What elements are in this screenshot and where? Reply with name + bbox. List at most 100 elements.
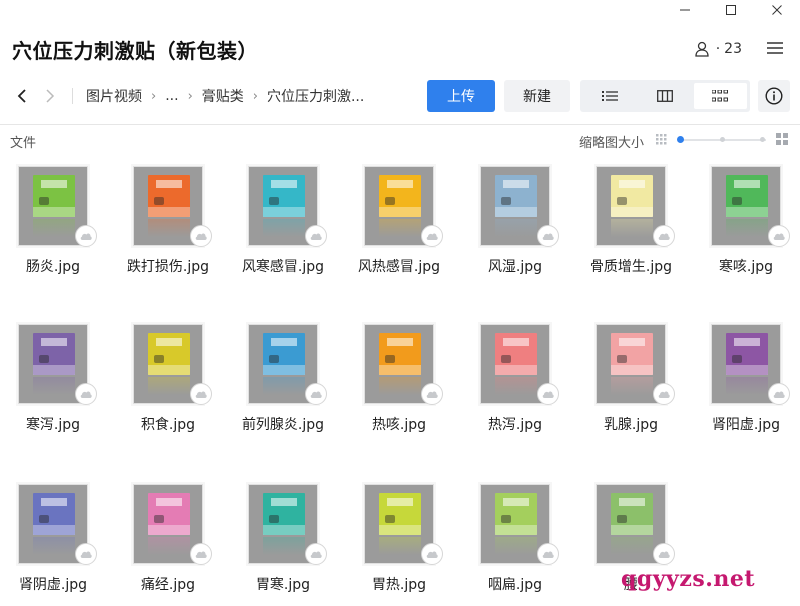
file-tile[interactable]: 风热感冒.jpg — [346, 166, 452, 296]
file-tile[interactable]: 胃寒.jpg — [230, 484, 336, 606]
menu-button[interactable] — [766, 40, 784, 59]
package-reflection — [611, 219, 653, 237]
package-detail — [734, 180, 760, 188]
breadcrumb-item[interactable]: 图片视频 — [86, 86, 142, 106]
package-detail — [156, 338, 182, 346]
file-thumbnail[interactable] — [364, 324, 443, 405]
list-view-icon — [601, 91, 618, 101]
breadcrumb-item[interactable]: ... — [165, 88, 178, 104]
slider-handle[interactable] — [677, 136, 684, 143]
column-view-button[interactable] — [638, 83, 691, 109]
file-tile[interactable]: 肾阳虚.jpg — [693, 324, 799, 454]
breadcrumb-current[interactable]: 穴位压力刺激... — [267, 86, 364, 106]
file-thumbnail[interactable] — [18, 484, 97, 565]
file-name: 跌打损伤.jpg — [126, 259, 210, 275]
large-grid-icon[interactable] — [776, 133, 788, 145]
file-tile[interactable]: 前列腺炎.jpg — [230, 324, 336, 454]
file-thumbnail[interactable] — [133, 324, 212, 405]
cloud-status-icon — [421, 383, 443, 405]
package-detail — [269, 515, 279, 523]
package-detail — [495, 525, 537, 535]
file-thumbnail[interactable] — [364, 484, 443, 565]
package-reflection — [495, 219, 537, 237]
close-icon — [772, 5, 782, 15]
file-thumbnail[interactable] — [18, 324, 97, 405]
members-count: 23 — [724, 41, 742, 57]
thumbnail-size-slider[interactable] — [677, 136, 766, 143]
package-reflection — [263, 537, 305, 555]
product-package-image — [148, 493, 190, 535]
file-thumbnail[interactable] — [248, 166, 327, 247]
new-button[interactable]: 新建 — [504, 80, 570, 112]
file-tile[interactable]: 咽扁.jpg — [462, 484, 568, 606]
file-tile[interactable]: 乳腺.jpg — [578, 324, 684, 454]
package-detail — [156, 498, 182, 506]
file-tile[interactable]: 肠炎.jpg — [0, 166, 106, 296]
forward-button[interactable] — [40, 86, 60, 106]
file-name: 胃热.jpg — [371, 577, 427, 593]
back-button[interactable] — [12, 86, 32, 106]
package-detail — [269, 197, 279, 205]
file-tile[interactable]: 寒泻.jpg — [0, 324, 106, 454]
file-name: 胃寒.jpg — [255, 577, 311, 593]
file-tile[interactable]: 风湿.jpg — [462, 166, 568, 296]
package-detail — [148, 525, 190, 535]
cloud-status-icon — [653, 543, 675, 565]
package-detail — [379, 525, 421, 535]
package-detail — [39, 515, 49, 523]
cloud-status-icon — [537, 383, 559, 405]
members-button[interactable]: · 23 — [694, 40, 742, 58]
file-thumbnail[interactable] — [18, 166, 97, 247]
minimize-button[interactable] — [662, 0, 708, 20]
close-button[interactable] — [754, 0, 800, 20]
chevron-right-icon: › — [187, 88, 193, 104]
package-detail — [495, 207, 537, 217]
file-thumbnail[interactable] — [596, 166, 675, 247]
file-tile[interactable]: 跌打损伤.jpg — [115, 166, 221, 296]
package-detail — [495, 365, 537, 375]
file-name: 热泻.jpg — [487, 417, 543, 433]
file-tile[interactable]: 热咳.jpg — [346, 324, 452, 454]
file-thumbnail[interactable] — [480, 166, 559, 247]
grid-view-button[interactable] — [693, 83, 747, 109]
file-thumbnail[interactable] — [596, 484, 675, 565]
file-thumbnail[interactable] — [596, 324, 675, 405]
file-tile[interactable]: 寒咳.jpg — [693, 166, 799, 296]
package-detail — [41, 498, 67, 506]
package-reflection — [379, 537, 421, 555]
package-reflection — [148, 219, 190, 237]
file-thumbnail[interactable] — [711, 166, 790, 247]
package-reflection — [611, 537, 653, 555]
product-package-image — [33, 175, 75, 217]
info-button[interactable] — [758, 80, 790, 112]
file-thumbnail[interactable] — [133, 166, 212, 247]
file-thumbnail[interactable] — [248, 484, 327, 565]
file-tile[interactable]: 痛经.jpg — [115, 484, 221, 606]
file-tile[interactable]: 肾阴虚.jpg — [0, 484, 106, 606]
product-package-image — [33, 333, 75, 375]
list-view-button[interactable] — [583, 83, 636, 109]
upload-button[interactable]: 上传 — [427, 80, 495, 112]
file-thumbnail[interactable] — [480, 324, 559, 405]
file-tile[interactable]: 风寒感冒.jpg — [230, 166, 336, 296]
file-tile[interactable]: 胃热.jpg — [346, 484, 452, 606]
maximize-button[interactable] — [708, 0, 754, 20]
cloud-status-icon — [768, 383, 790, 405]
package-detail — [379, 365, 421, 375]
package-detail — [154, 355, 164, 363]
file-thumbnail[interactable] — [711, 324, 790, 405]
package-detail — [726, 207, 768, 217]
file-tile[interactable]: 积食.jpg — [115, 324, 221, 454]
file-thumbnail[interactable] — [133, 484, 212, 565]
file-tile[interactable]: 热泻.jpg — [462, 324, 568, 454]
file-thumbnail[interactable] — [480, 484, 559, 565]
cloud-status-icon — [75, 543, 97, 565]
package-detail — [734, 338, 760, 346]
package-detail — [611, 525, 653, 535]
product-package-image — [33, 493, 75, 535]
file-thumbnail[interactable] — [248, 324, 327, 405]
file-thumbnail[interactable] — [364, 166, 443, 247]
breadcrumb-item[interactable]: 膏贴类 — [202, 86, 244, 106]
file-tile[interactable]: 骨质增生.jpg — [578, 166, 684, 296]
small-grid-icon[interactable] — [656, 134, 667, 145]
